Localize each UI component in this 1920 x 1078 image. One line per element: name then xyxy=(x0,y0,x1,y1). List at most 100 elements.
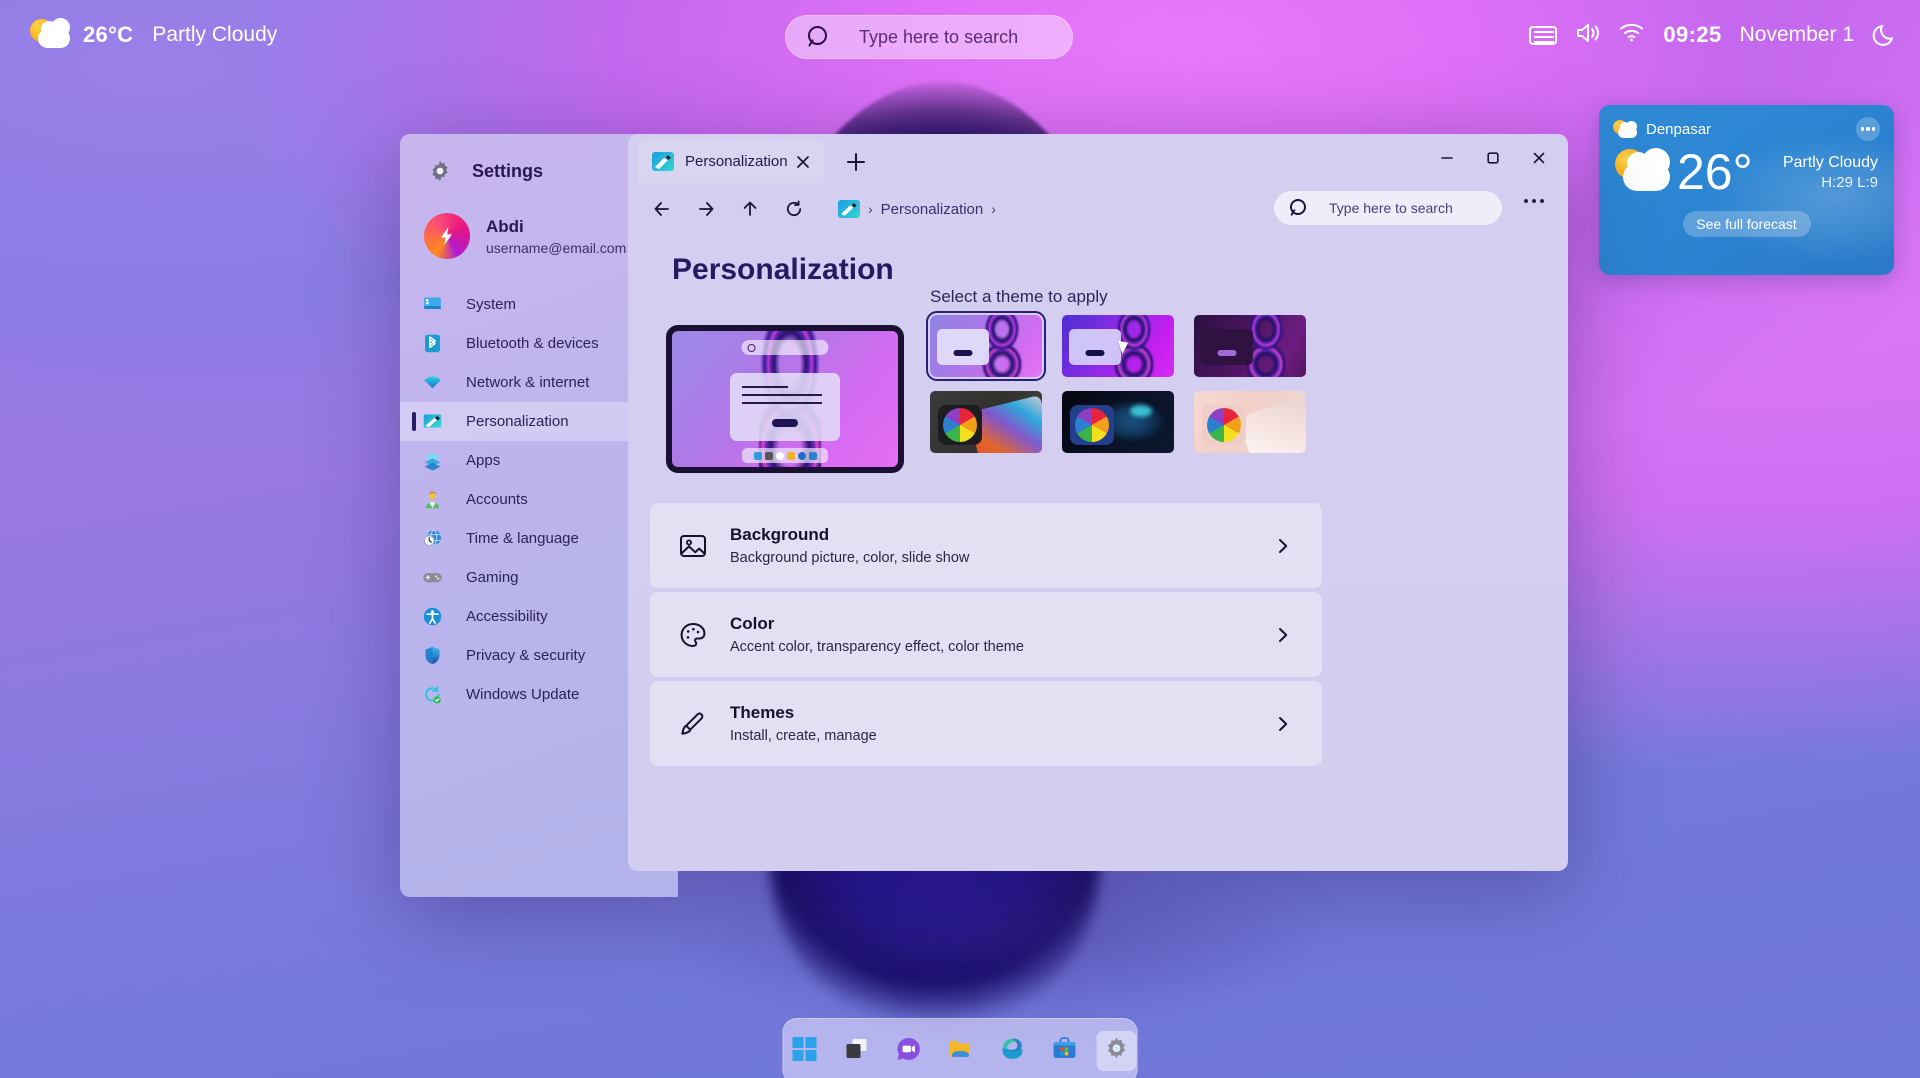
gear-icon xyxy=(428,159,452,183)
arrow-up-icon[interactable] xyxy=(732,191,768,227)
sidebar-item-label: Gaming xyxy=(466,569,519,586)
weather-city-label: Denpasar xyxy=(1646,121,1711,138)
taskbar-clock[interactable]: 09:25 xyxy=(1663,22,1721,48)
color-wheel-icon xyxy=(1075,408,1109,442)
theme-windows-light-bloom[interactable] xyxy=(930,315,1042,377)
see-full-forecast-button[interactable]: See full forecast xyxy=(1683,211,1811,237)
image-icon xyxy=(678,531,708,561)
chat-video-icon xyxy=(895,1036,921,1067)
accounts-icon xyxy=(422,489,443,510)
more-options-icon[interactable] xyxy=(1856,117,1880,141)
personalization-icon xyxy=(422,411,443,432)
theme-windows-dark-bloom[interactable] xyxy=(1194,315,1306,377)
task-view-button[interactable] xyxy=(836,1031,876,1071)
active-indicator xyxy=(412,412,416,431)
chevron-right-icon: › xyxy=(868,201,873,217)
sidebar-item-label: Bluetooth & devices xyxy=(466,335,599,352)
edge-button[interactable] xyxy=(992,1031,1032,1071)
personalization-icon xyxy=(652,152,674,171)
chevron-right-icon xyxy=(1274,715,1292,733)
edge-icon xyxy=(999,1036,1025,1067)
time-language-icon xyxy=(422,528,443,549)
theme-windows-vivid-bloom[interactable] xyxy=(1062,315,1174,377)
speaker-icon[interactable] xyxy=(1575,22,1601,48)
theme-color-light-pink[interactable] xyxy=(1194,391,1306,453)
partly-cloudy-icon xyxy=(1613,149,1673,195)
gaming-icon xyxy=(422,567,443,588)
system-tray: 09:25 November 1 xyxy=(1529,0,1898,70)
sidebar-item-label: Time & language xyxy=(466,530,579,547)
store-button[interactable] xyxy=(1044,1031,1084,1071)
refresh-icon[interactable] xyxy=(776,191,812,227)
settings-row-themes[interactable]: ThemesInstall, create, manage xyxy=(650,681,1322,766)
weather-condition-label: Partly Cloudy xyxy=(152,23,277,47)
bluetooth-icon xyxy=(422,333,443,354)
more-options-icon[interactable] xyxy=(1522,199,1546,203)
arrow-left-icon[interactable] xyxy=(644,191,680,227)
weather-widget[interactable]: Denpasar 26° Partly Cloudy H:29 L:9 See … xyxy=(1599,105,1894,275)
tab-label: Personalization xyxy=(685,153,788,170)
current-theme-preview[interactable] xyxy=(666,325,904,473)
gear-icon xyxy=(1103,1036,1129,1067)
minimize-icon[interactable] xyxy=(1424,140,1470,176)
weather-widget-high-low: H:29 L:9 xyxy=(1783,174,1878,191)
folder-icon xyxy=(947,1036,973,1067)
windows-logo-icon xyxy=(791,1036,817,1067)
windows-update-icon xyxy=(422,684,443,705)
chat-button[interactable] xyxy=(888,1031,928,1071)
search-icon xyxy=(1289,199,1307,217)
close-icon[interactable] xyxy=(794,153,812,171)
preview-taskbar xyxy=(742,448,828,463)
arrow-right-icon[interactable] xyxy=(688,191,724,227)
taskbar-date[interactable]: November 1 xyxy=(1740,23,1854,47)
sidebar-item-label: System xyxy=(466,296,516,313)
weather-widget-temperature: 26° xyxy=(1677,147,1753,197)
desktop-weather-summary[interactable]: 26°C Partly Cloudy xyxy=(30,19,277,51)
chevron-right-icon: › xyxy=(991,201,996,217)
sidebar-app-title: Settings xyxy=(472,161,543,182)
theme-color-dark-blue[interactable] xyxy=(1062,391,1174,453)
weather-widget-body: 26° Partly Cloudy H:29 L:9 xyxy=(1599,141,1894,197)
sidebar-item-label: Apps xyxy=(466,452,500,469)
settings-row-list: BackgroundBackground picture, color, sli… xyxy=(650,503,1322,770)
sidebar-item-label: Accessibility xyxy=(466,608,548,625)
settings-row-color[interactable]: Color Accent color, transparency effect, … xyxy=(650,592,1322,677)
breadcrumb: › Personalization › xyxy=(838,200,1004,218)
accessibility-icon xyxy=(422,606,443,627)
network-icon xyxy=(422,372,443,393)
microsoft-store-icon xyxy=(1051,1036,1077,1067)
palette-icon xyxy=(678,620,708,650)
theme-window-preview xyxy=(1069,329,1121,365)
tab-personalization[interactable]: Personalization xyxy=(638,140,824,183)
personalization-icon[interactable] xyxy=(838,200,860,218)
settings-row-background[interactable]: BackgroundBackground picture, color, sli… xyxy=(650,503,1322,588)
preview-window xyxy=(730,373,840,441)
settings-button[interactable] xyxy=(1096,1031,1136,1071)
settings-row-title: Color xyxy=(730,614,1024,634)
maximize-icon[interactable] xyxy=(1470,140,1516,176)
taskbar-search-box[interactable]: Type here to search xyxy=(785,15,1073,59)
file-explorer-button[interactable] xyxy=(940,1031,980,1071)
sidebar-item-label: Privacy & security xyxy=(466,647,585,664)
sidebar-item-label: Accounts xyxy=(466,491,528,508)
weather-widget-header: Denpasar xyxy=(1599,105,1894,141)
weather-widget-condition: Partly Cloudy xyxy=(1783,154,1878,172)
preview-search-bar xyxy=(742,340,829,355)
keyboard-icon[interactable] xyxy=(1529,26,1557,45)
settings-row-subtitle: Background picture, color, slide show xyxy=(730,550,969,566)
avatar[interactable] xyxy=(424,213,470,259)
theme-color-dark-gray[interactable] xyxy=(930,391,1042,453)
wifi-icon[interactable] xyxy=(1619,22,1645,48)
plus-icon[interactable] xyxy=(844,150,868,174)
close-icon[interactable] xyxy=(1516,140,1562,176)
content-search-box[interactable]: Type here to search xyxy=(1274,191,1502,225)
start-button[interactable] xyxy=(784,1031,824,1071)
breadcrumb-personalization[interactable]: Personalization xyxy=(881,201,984,218)
settings-main-pane: Personalization xyxy=(628,134,1568,871)
moon-icon[interactable] xyxy=(1872,22,1898,48)
top-status-bar: 26°C Partly Cloudy Type here to search 0… xyxy=(0,0,1920,70)
sidebar-item-label: Windows Update xyxy=(466,686,579,703)
settings-row-subtitle: Accent color, transparency effect, color… xyxy=(730,639,1024,655)
chevron-right-icon xyxy=(1274,626,1292,644)
settings-row-title: Themes xyxy=(730,703,877,723)
